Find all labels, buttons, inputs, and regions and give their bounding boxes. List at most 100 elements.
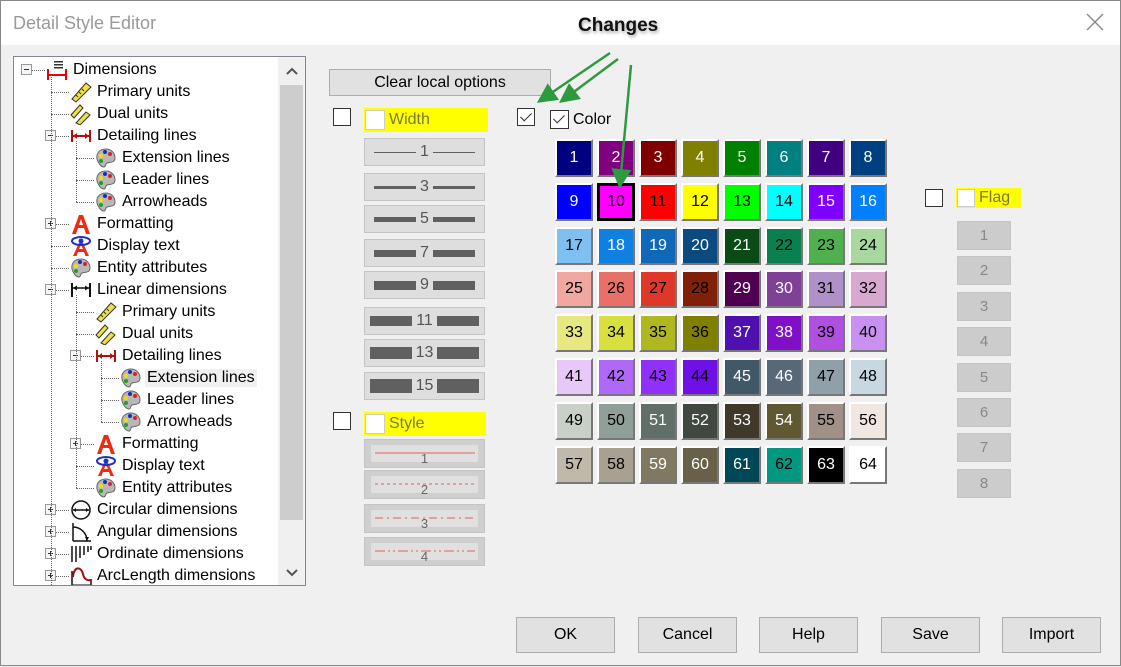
color-swatch[interactable]: 18 — [597, 227, 635, 265]
color-swatch[interactable]: 58 — [597, 446, 635, 484]
tree-item[interactable]: Entity attributes — [70, 257, 209, 279]
color-swatch[interactable]: 19 — [639, 227, 677, 265]
color-swatch[interactable]: 29 — [723, 270, 761, 308]
color-swatch[interactable]: 7 — [807, 139, 845, 177]
color-swatch[interactable]: 25 — [555, 270, 593, 308]
tree-item[interactable]: Entity attributes — [95, 477, 234, 499]
color-swatch[interactable]: 27 — [639, 270, 677, 308]
color-swatch[interactable]: 23 — [807, 227, 845, 265]
tree-item[interactable]: Angular dimensions — [70, 521, 240, 543]
color-swatch[interactable]: 59 — [639, 446, 677, 484]
color-swatch[interactable]: 9 — [555, 183, 593, 221]
ok-button[interactable]: OK — [516, 617, 615, 653]
tree-item[interactable]: Detailing lines — [95, 345, 224, 367]
color-swatch[interactable]: 52 — [681, 402, 719, 440]
tree-item[interactable]: Extension lines — [95, 147, 232, 169]
flag-option-button[interactable]: 8 — [957, 469, 1011, 498]
width-override-checkbox[interactable] — [333, 108, 351, 126]
color-swatch[interactable]: 4 — [681, 139, 719, 177]
color-swatch[interactable]: 1 — [555, 139, 593, 177]
tree-item[interactable]: Linear dimensions — [70, 279, 229, 301]
color-swatch[interactable]: 2 — [597, 139, 635, 177]
flag-label[interactable]: Flag — [956, 188, 1021, 208]
color-swatch[interactable]: 60 — [681, 446, 719, 484]
color-swatch[interactable]: 37 — [723, 314, 761, 352]
width-option-button[interactable]: 9 — [364, 271, 485, 299]
color-swatch[interactable]: 28 — [681, 270, 719, 308]
tree-item[interactable]: Detailing lines — [70, 125, 199, 147]
color-swatch[interactable]: 14 — [765, 183, 803, 221]
color-swatch[interactable]: 6 — [765, 139, 803, 177]
color-swatch[interactable]: 40 — [849, 314, 887, 352]
tree-item[interactable]: Ordinate dimensions — [70, 543, 246, 565]
scroll-down-button[interactable] — [278, 559, 305, 585]
tree-item[interactable]: Formatting — [95, 433, 200, 455]
style-option-button[interactable]: 1 — [364, 439, 485, 468]
width-option-button[interactable]: 7 — [364, 239, 485, 267]
color-swatch[interactable]: 3 — [639, 139, 677, 177]
tree-item[interactable]: Display text — [95, 455, 207, 477]
color-swatch[interactable]: 38 — [765, 314, 803, 352]
tree-item[interactable]: Dual units — [95, 323, 195, 346]
collapse-button[interactable] — [21, 64, 32, 75]
color-swatch[interactable]: 32 — [849, 270, 887, 308]
color-swatch[interactable]: 57 — [555, 446, 593, 484]
flag-override-checkbox[interactable] — [925, 189, 943, 207]
style-option-button[interactable]: 4 — [364, 537, 485, 566]
flag-option-button[interactable]: 2 — [957, 256, 1011, 285]
style-option-button[interactable]: 3 — [364, 504, 485, 533]
color-swatch[interactable]: 48 — [849, 358, 887, 396]
color-swatch[interactable]: 50 — [597, 402, 635, 440]
tree-item[interactable]: Dimensions — [46, 59, 159, 81]
tree-item[interactable]: ArcLength dimensions — [70, 565, 257, 585]
color-swatch[interactable]: 43 — [639, 358, 677, 396]
color-override-checkbox[interactable] — [517, 108, 535, 126]
color-swatch[interactable]: 45 — [723, 358, 761, 396]
cancel-button[interactable]: Cancel — [638, 617, 737, 653]
help-button[interactable]: Help — [759, 617, 858, 653]
style-tree[interactable]: Dimensions Primary units Dual units Detaili… — [13, 56, 306, 586]
color-swatch[interactable]: 39 — [807, 314, 845, 352]
scroll-up-button[interactable] — [278, 57, 305, 83]
color-swatch[interactable]: 36 — [681, 314, 719, 352]
import-button[interactable]: Import — [1002, 617, 1101, 653]
width-option-button[interactable]: 11 — [364, 307, 485, 335]
close-icon[interactable] — [1084, 11, 1106, 33]
color-swatch[interactable]: 35 — [639, 314, 677, 352]
color-swatch[interactable]: 33 — [555, 314, 593, 352]
color-swatch[interactable]: 49 — [555, 402, 593, 440]
flag-option-button[interactable]: 5 — [957, 363, 1011, 392]
color-swatch[interactable]: 34 — [597, 314, 635, 352]
color-swatch[interactable]: 17 — [555, 227, 593, 265]
color-swatch[interactable]: 47 — [807, 358, 845, 396]
color-swatch[interactable]: 63 — [807, 446, 845, 484]
color-swatch[interactable]: 30 — [765, 270, 803, 308]
color-swatch[interactable]: 44 — [681, 358, 719, 396]
color-swatch[interactable]: 8 — [849, 139, 887, 177]
flag-option-button[interactable]: 1 — [957, 221, 1011, 250]
tree-item[interactable]: Circular dimensions — [70, 499, 240, 521]
color-swatch[interactable]: 15 — [807, 183, 845, 221]
flag-option-button[interactable]: 3 — [957, 292, 1011, 321]
color-swatch[interactable]: 53 — [723, 402, 761, 440]
width-option-button[interactable]: 3 — [364, 173, 485, 201]
style-override-checkbox[interactable] — [333, 412, 351, 430]
tree-item[interactable]: Primary units — [95, 301, 217, 323]
color-swatch[interactable]: 11 — [639, 183, 677, 221]
color-checkbox[interactable] — [550, 110, 569, 129]
color-swatch[interactable]: 42 — [597, 358, 635, 396]
color-swatch[interactable]: 51 — [639, 402, 677, 440]
flag-option-button[interactable]: 7 — [957, 433, 1011, 462]
save-button[interactable]: Save — [881, 617, 980, 653]
width-option-button[interactable]: 15 — [364, 372, 485, 400]
color-swatch[interactable]: 10 — [597, 183, 635, 221]
color-swatch[interactable]: 62 — [765, 446, 803, 484]
color-swatch[interactable]: 16 — [849, 183, 887, 221]
flag-checkbox[interactable] — [957, 189, 975, 207]
color-swatch[interactable]: 55 — [807, 402, 845, 440]
tree-item[interactable]: Extension lines — [120, 367, 257, 389]
color-swatch[interactable]: 41 — [555, 358, 593, 396]
color-swatch[interactable]: 56 — [849, 402, 887, 440]
color-swatch[interactable]: 20 — [681, 227, 719, 265]
tree-scrollbar[interactable] — [278, 57, 305, 585]
